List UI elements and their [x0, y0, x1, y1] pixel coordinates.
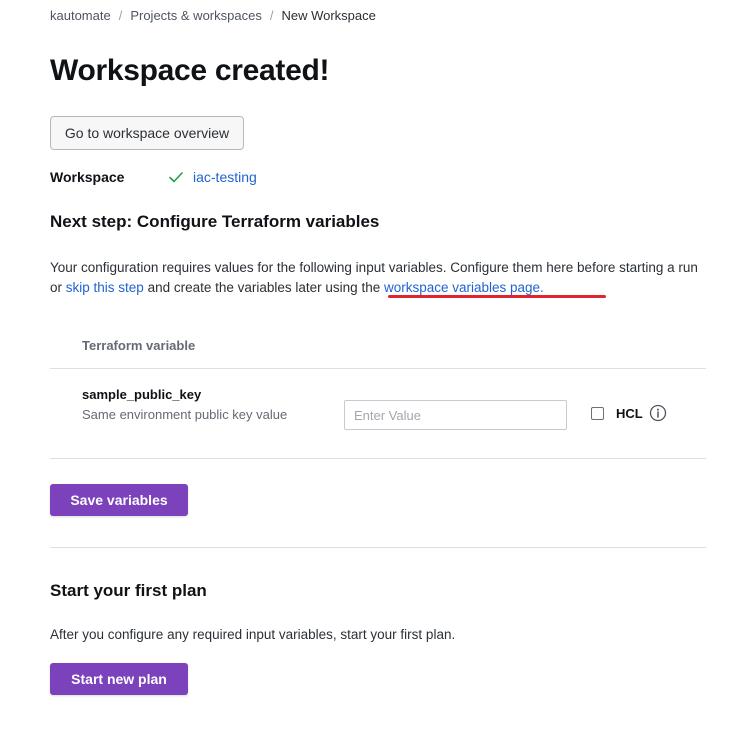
- breadcrumb-org[interactable]: kautomate: [50, 8, 111, 23]
- hcl-label: HCL: [616, 406, 643, 421]
- save-variables-button[interactable]: Save variables: [50, 484, 188, 516]
- variable-value-input[interactable]: [344, 400, 567, 430]
- variable-description: Same environment public key value: [82, 407, 288, 422]
- workspace-label: Workspace: [50, 169, 125, 185]
- column-header-terraform-variable: Terraform variable: [82, 338, 196, 353]
- workspace-variables-link[interactable]: workspace variables page.: [384, 280, 544, 295]
- hcl-checkbox[interactable]: [591, 407, 604, 420]
- first-plan-description: After you configure any required input v…: [50, 627, 456, 642]
- table-row: sample_public_key Same environment publi…: [50, 369, 706, 459]
- breadcrumb: kautomate / Projects & workspaces / New …: [50, 8, 376, 23]
- start-new-plan-button[interactable]: Start new plan: [50, 663, 188, 695]
- breadcrumb-current: New Workspace: [281, 8, 376, 23]
- workspace-row: Workspace iac-testing: [50, 169, 257, 185]
- first-plan-title: Start your first plan: [50, 581, 207, 600]
- breadcrumb-projects[interactable]: Projects & workspaces: [130, 8, 262, 23]
- divider: [50, 547, 706, 548]
- go-to-workspace-overview-button[interactable]: Go to workspace overview: [50, 116, 244, 150]
- description-text: and create the variables later using the: [143, 280, 384, 295]
- info-icon[interactable]: [649, 404, 667, 422]
- skip-step-link[interactable]: skip this step: [66, 280, 144, 295]
- next-step-title: Next step: Configure Terraform variables: [50, 212, 380, 231]
- breadcrumb-separator: /: [269, 8, 274, 23]
- breadcrumb-separator: /: [118, 8, 123, 23]
- next-step-description: Your configuration requires values for t…: [50, 258, 710, 298]
- workspace-link[interactable]: iac-testing: [193, 169, 257, 185]
- check-icon: [169, 172, 183, 183]
- variable-name: sample_public_key: [82, 387, 202, 402]
- page-title: Workspace created!: [50, 54, 330, 87]
- annotation-underline: [388, 295, 606, 298]
- variables-table-header: Terraform variable: [50, 325, 706, 369]
